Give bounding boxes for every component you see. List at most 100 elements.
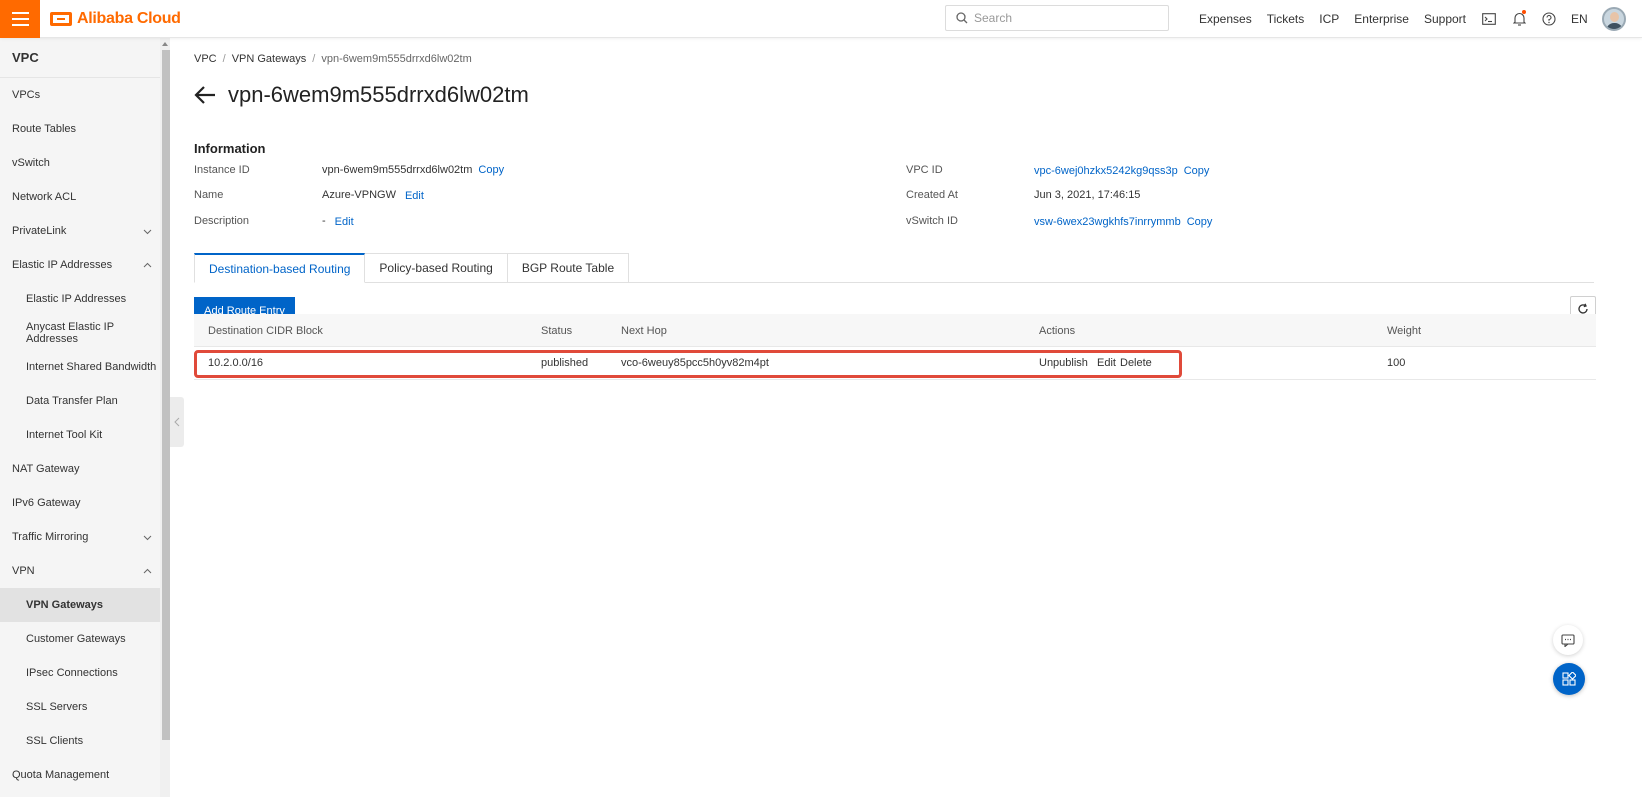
vpc-id-link[interactable]: vpc-6wej0hzkx5242kg9qss3p xyxy=(1034,165,1178,177)
sidebar-item-ssl-clients[interactable]: SSL Clients xyxy=(0,724,160,758)
chevron-down-icon xyxy=(143,229,152,235)
sidebar-item-privatelink[interactable]: PrivateLink xyxy=(0,214,160,248)
chat-icon xyxy=(1561,633,1575,647)
column-header-next-hop: Next Hop xyxy=(621,325,667,337)
logo-mark-icon xyxy=(50,12,72,26)
name-label: Name xyxy=(194,189,224,201)
sidebar-item-elastic-ip-group[interactable]: Elastic IP Addresses xyxy=(0,248,160,282)
tab-bgp-route-table[interactable]: BGP Route Table xyxy=(507,253,630,283)
edit-route-link[interactable]: Edit xyxy=(1097,357,1116,369)
instance-id-label: Instance ID xyxy=(194,164,250,176)
nav-expenses[interactable]: Expenses xyxy=(1199,12,1252,26)
edit-name-link[interactable]: Edit xyxy=(405,190,424,202)
top-nav: Expenses Tickets ICP Enterprise Support … xyxy=(1199,0,1626,38)
nav-icp[interactable]: ICP xyxy=(1319,12,1339,26)
unpublish-link[interactable]: Unpublish xyxy=(1039,357,1088,369)
name-value-group: Azure-VPNGW Edit xyxy=(322,189,424,202)
vpc-id-label: VPC ID xyxy=(906,164,943,176)
chevron-up-icon xyxy=(143,262,152,268)
table-row: 10.2.0.0/16 published vco-6weuy85pcc5h0y… xyxy=(194,347,1596,380)
breadcrumb-separator: / xyxy=(312,53,316,65)
sidebar-item-network-acl[interactable]: Network ACL xyxy=(0,180,160,214)
sidebar-scrollbar-thumb[interactable] xyxy=(162,50,170,740)
sidebar-item-ssl-servers[interactable]: SSL Servers xyxy=(0,690,160,724)
feedback-chat-button[interactable] xyxy=(1553,625,1583,655)
terminal-icon[interactable] xyxy=(1481,11,1497,27)
copy-vswitch-id-link[interactable]: Copy xyxy=(1187,216,1213,228)
breadcrumb-separator: / xyxy=(222,53,226,65)
apps-launcher-button[interactable] xyxy=(1553,663,1585,695)
notification-dot xyxy=(1522,10,1527,14)
breadcrumb: VPC / VPN Gateways / vpn-6wem9m555drrxd6… xyxy=(194,53,472,65)
sidebar-item-customer-gateways[interactable]: Customer Gateways xyxy=(0,622,160,656)
section-title-information: Information xyxy=(194,141,266,156)
sidebar-item-vpn-group[interactable]: VPN xyxy=(0,554,160,588)
sidebar-item-nat-gateway[interactable]: NAT Gateway xyxy=(0,452,160,486)
breadcrumb-vpn-gateways[interactable]: VPN Gateways xyxy=(232,53,307,65)
help-icon[interactable] xyxy=(1541,11,1557,27)
cell-weight: 100 xyxy=(1387,357,1406,369)
alibaba-cloud-logo[interactable]: Alibaba Cloud xyxy=(50,8,181,30)
language-switch[interactable]: EN xyxy=(1571,12,1588,26)
column-header-status: Status xyxy=(541,325,573,337)
search-input[interactable] xyxy=(974,11,1154,25)
breadcrumb-current: vpn-6wem9m555drrxd6lw02tm xyxy=(321,53,472,65)
chevron-left-icon xyxy=(174,417,180,427)
description-label: Description xyxy=(194,215,250,227)
back-arrow-icon[interactable] xyxy=(194,85,216,105)
sidebar-item-traffic-mirroring[interactable]: Traffic Mirroring xyxy=(0,520,160,554)
chevron-down-icon xyxy=(143,535,152,541)
nav-tickets[interactable]: Tickets xyxy=(1267,12,1305,26)
tab-policy-based-routing[interactable]: Policy-based Routing xyxy=(365,253,508,283)
sidebar-item-label: Traffic Mirroring xyxy=(12,531,89,543)
page-title-row: vpn-6wem9m555drrxd6lw02tm xyxy=(194,82,529,108)
delete-route-link[interactable]: Delete xyxy=(1120,357,1152,369)
description-value: - xyxy=(322,215,326,227)
top-bar: Alibaba Cloud Expenses Tickets ICP Enter… xyxy=(0,0,1642,38)
sidebar-item-data-transfer-plan[interactable]: Data Transfer Plan xyxy=(0,384,160,418)
sidebar: VPC VPCs Route Tables vSwitch Network AC… xyxy=(0,38,160,797)
routing-tabs: Destination-based Routing Policy-based R… xyxy=(194,253,1594,283)
column-header-actions: Actions xyxy=(1039,325,1076,337)
copy-instance-id-link[interactable]: Copy xyxy=(478,164,504,176)
cell-next-hop: vco-6weuy85pcc5h0yv82m4pt xyxy=(621,357,769,369)
instance-id-value: vpn-6wem9m555drrxd6lw02tm xyxy=(322,164,473,176)
nav-support[interactable]: Support xyxy=(1424,12,1466,26)
vswitch-id-value-group: vsw-6wex23wgkhfs7inrrymmb Copy xyxy=(1034,216,1212,228)
copy-vpc-id-link[interactable]: Copy xyxy=(1184,165,1210,177)
hamburger-menu-icon[interactable] xyxy=(0,0,40,38)
created-at-value: Jun 3, 2021, 17:46:15 xyxy=(1034,189,1141,201)
edit-description-link[interactable]: Edit xyxy=(335,216,354,228)
table-header: Destination CIDR Block Status Next Hop A… xyxy=(194,314,1596,347)
sidebar-collapse-handle[interactable] xyxy=(170,397,184,447)
sidebar-item-internet-tool-kit[interactable]: Internet Tool Kit xyxy=(0,418,160,452)
sidebar-item-shared-bandwidth[interactable]: Internet Shared Bandwidth xyxy=(0,350,160,384)
sidebar-item-route-tables[interactable]: Route Tables xyxy=(0,112,160,146)
chevron-up-icon xyxy=(143,568,152,574)
sidebar-item-quota-management[interactable]: Quota Management xyxy=(0,758,160,792)
sidebar-item-elastic-ip-addresses[interactable]: Elastic IP Addresses xyxy=(0,282,160,316)
sidebar-item-ipsec-connections[interactable]: IPsec Connections xyxy=(0,656,160,690)
vswitch-id-label: vSwitch ID xyxy=(906,215,958,227)
tab-destination-based-routing[interactable]: Destination-based Routing xyxy=(194,253,366,283)
sidebar-item-label: PrivateLink xyxy=(12,225,67,237)
sidebar-item-vpn-gateways[interactable]: VPN Gateways xyxy=(0,588,160,622)
scroll-up-arrow-icon[interactable] xyxy=(162,42,168,46)
sidebar-title: VPC xyxy=(0,38,160,78)
vswitch-id-link[interactable]: vsw-6wex23wgkhfs7inrrymmb xyxy=(1034,216,1181,228)
user-avatar[interactable] xyxy=(1601,7,1626,31)
search-icon xyxy=(956,12,968,24)
nav-enterprise[interactable]: Enterprise xyxy=(1354,12,1409,26)
created-at-value-group: Jun 3, 2021, 17:46:15 xyxy=(1034,189,1140,201)
sidebar-item-vpcs[interactable]: VPCs xyxy=(0,78,160,112)
created-at-label: Created At xyxy=(906,189,958,201)
apps-grid-icon xyxy=(1562,672,1576,686)
notification-bell-icon[interactable] xyxy=(1511,10,1527,27)
sidebar-item-anycast-eip[interactable]: Anycast Elastic IP Addresses xyxy=(0,316,160,350)
instance-id-value-group: vpn-6wem9m555drrxd6lw02tm Copy xyxy=(322,164,504,176)
vpc-id-value-group: vpc-6wej0hzkx5242kg9qss3p Copy xyxy=(1034,165,1209,177)
search-box[interactable] xyxy=(945,5,1169,31)
breadcrumb-vpc[interactable]: VPC xyxy=(194,53,217,65)
sidebar-item-vswitch[interactable]: vSwitch xyxy=(0,146,160,180)
sidebar-item-ipv6-gateway[interactable]: IPv6 Gateway xyxy=(0,486,160,520)
